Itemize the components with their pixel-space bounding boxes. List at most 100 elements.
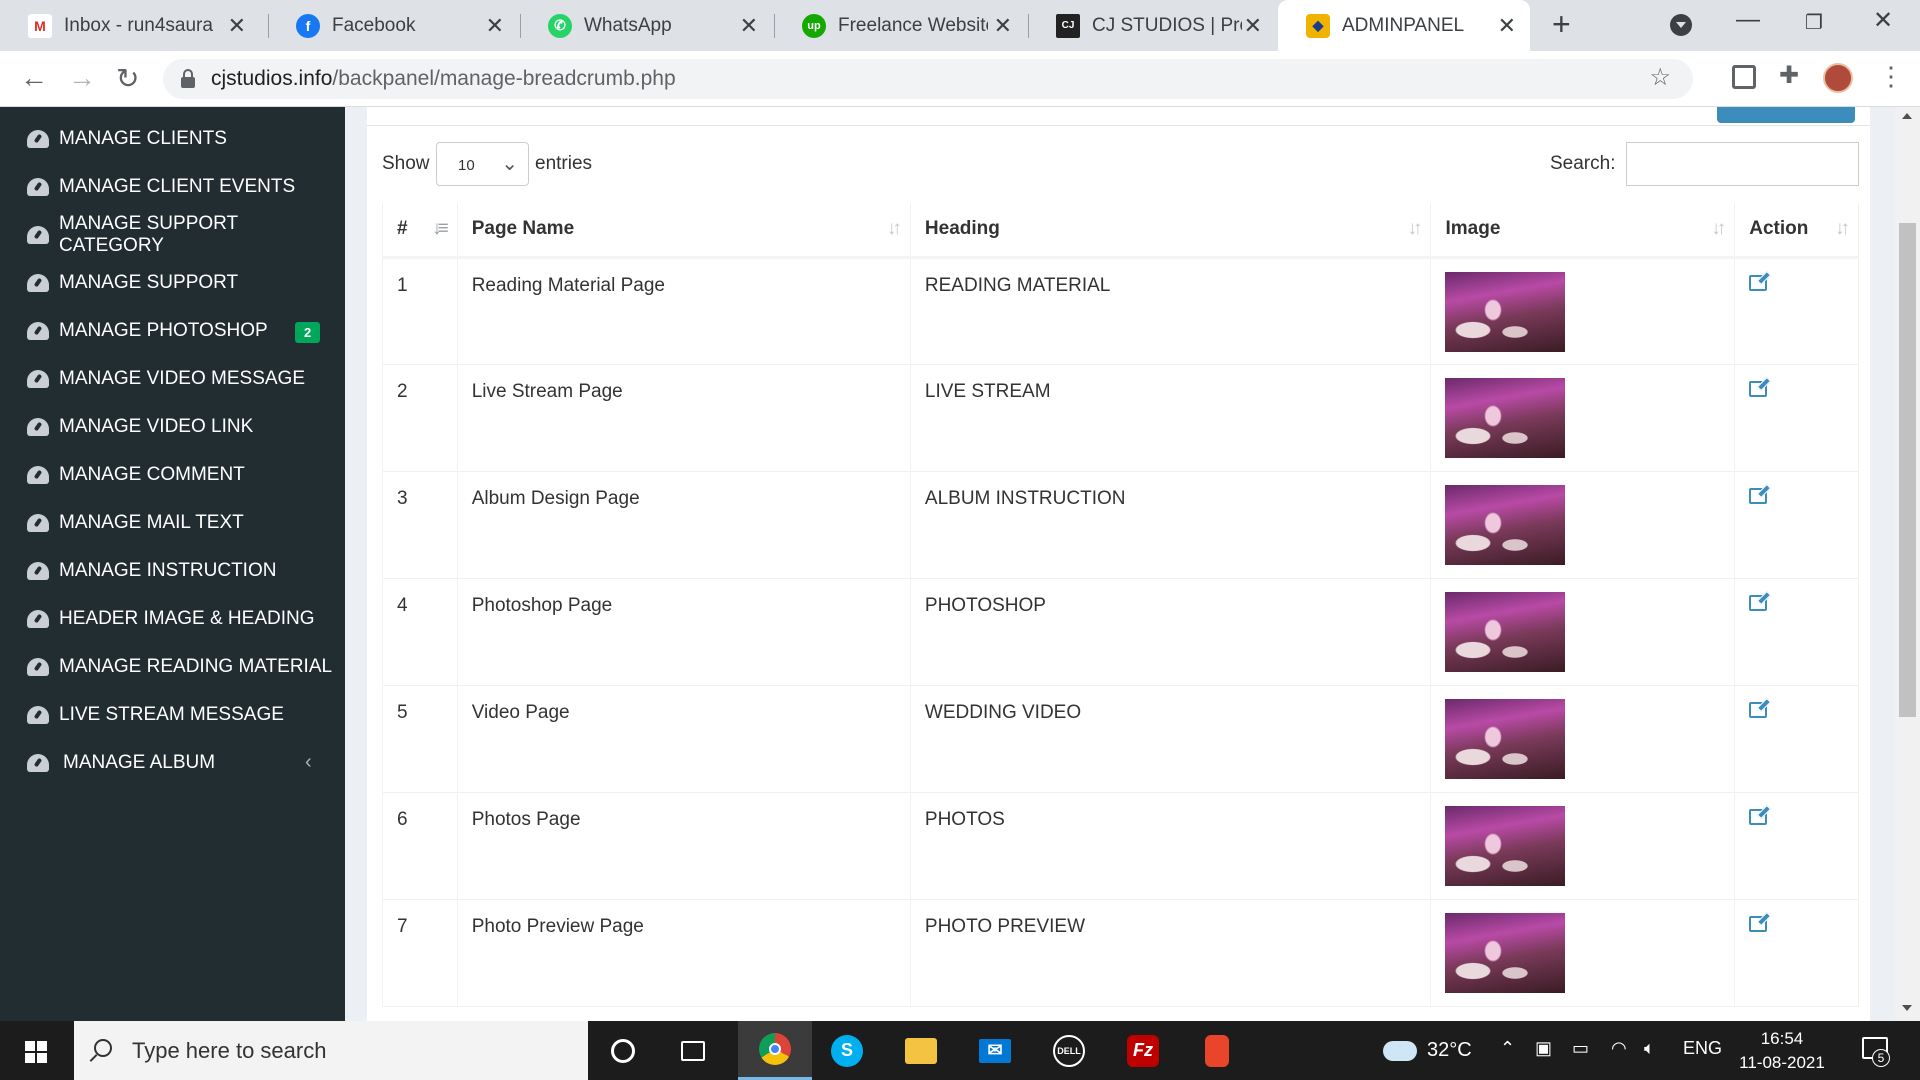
taskbar-search-box[interactable]: Type here to search — [74, 1021, 588, 1080]
wifi-icon[interactable]: ◠ — [1611, 1038, 1627, 1059]
reload-icon[interactable]: ↻ — [116, 62, 139, 95]
close-icon[interactable]: ✕ — [1244, 13, 1262, 39]
tab-title: ADMINPANEL — [1342, 14, 1465, 36]
sidebar-item-manage-video-link[interactable]: MANAGE VIDEO LINK — [0, 403, 345, 451]
system-clock[interactable]: 16:54 11-08-2021 — [1733, 1027, 1831, 1075]
table-row: 6 Photos Page PHOTOS — [382, 792, 1859, 900]
volume-icon[interactable]: 🔈︎ — [1644, 1038, 1655, 1059]
bookmark-star-icon[interactable]: ☆ — [1649, 63, 1671, 92]
minimize-icon[interactable]: — — [1736, 6, 1760, 34]
edit-icon[interactable] — [1749, 808, 1768, 825]
sidebar-item-manage-album[interactable]: MANAGE ALBUM ‹ — [0, 739, 345, 787]
column-header-action[interactable]: Action ↓↑ — [1734, 203, 1859, 259]
tab-search-icon[interactable] — [1670, 14, 1692, 36]
edit-icon[interactable] — [1749, 915, 1768, 932]
heading-cell: WEDDING VIDEO — [910, 685, 1432, 793]
address-bar[interactable]: cjstudios.info /backpanel/manage-breadcr… — [163, 59, 1693, 99]
tab-cjstudios[interactable]: CJ CJ STUDIOS | Profe ✕ — [1028, 0, 1276, 51]
filezilla-icon[interactable]: Fz — [1108, 1021, 1178, 1080]
dashboard-icon — [27, 562, 49, 580]
tab-adminpanel[interactable]: ◆ ADMINPANEL ✕ — [1278, 0, 1530, 51]
profile-avatar[interactable] — [1823, 63, 1853, 93]
puzzle-extensions-icon[interactable]: ✚ — [1779, 61, 1803, 89]
tab-facebook[interactable]: f Facebook ✕ — [268, 0, 518, 51]
banner-thumbnail — [1445, 591, 1566, 672]
edit-icon[interactable] — [1749, 701, 1768, 718]
sidebar-item-manage-reading-material[interactable]: MANAGE READING MATERIAL — [0, 643, 345, 691]
task-view-icon[interactable] — [658, 1021, 728, 1080]
sidebar-item-label: MANAGE ALBUM — [63, 752, 216, 773]
taskbar-search-placeholder: Type here to search — [132, 1037, 327, 1063]
chevron-up-icon[interactable]: ⌃ — [1500, 1038, 1515, 1059]
skype-taskbar-icon[interactable]: S — [812, 1021, 882, 1080]
scroll-up-icon[interactable] — [1902, 113, 1912, 119]
search-icon — [94, 1039, 112, 1057]
tab-whatsapp[interactable]: ✆ WhatsApp ✕ — [520, 0, 772, 51]
sidebar-item-manage-video-message[interactable]: MANAGE VIDEO MESSAGE — [0, 355, 345, 403]
sidebar-item-manage-clients[interactable]: MANAGE CLIENTS — [0, 115, 345, 163]
close-icon[interactable]: ✕ — [228, 13, 246, 39]
meet-now-icon[interactable]: ▣ — [1535, 1038, 1552, 1059]
notification-count: 5 — [1872, 1049, 1890, 1067]
column-header-number[interactable]: # ↓≡ — [382, 203, 458, 259]
chrome-taskbar-icon[interactable] — [738, 1021, 812, 1080]
tab-upwork[interactable]: up Freelance Website D ✕ — [774, 0, 1026, 51]
cortana-icon[interactable] — [588, 1021, 658, 1080]
page-length-select[interactable]: 10 ⌄ — [436, 142, 529, 186]
battery-icon[interactable]: ▭ — [1572, 1038, 1589, 1059]
weather-widget[interactable]: 32°C — [1383, 1039, 1472, 1062]
edit-icon[interactable] — [1749, 594, 1768, 611]
browser-tab-strip: M Inbox - run4saurabh ✕ f Facebook ✕ ✆ W… — [0, 0, 1920, 51]
language-indicator[interactable]: ENG — [1683, 1038, 1722, 1059]
sidebar-item-header-image-heading[interactable]: HEADER IMAGE & HEADING — [0, 595, 345, 643]
table-header-row: # ↓≡ Page Name ↓↑ Heading ↓↑ Image ↓↑ Action… — [382, 203, 1859, 259]
windows-start-icon[interactable] — [25, 1041, 47, 1063]
dell-icon[interactable]: DELL — [1034, 1021, 1104, 1080]
column-header-image[interactable]: Image ↓↑ — [1430, 203, 1736, 259]
add-button[interactable] — [1717, 107, 1855, 123]
whatsapp-icon: ✆ — [548, 13, 572, 38]
edit-icon[interactable] — [1749, 274, 1768, 291]
mail-icon[interactable]: ✉ — [960, 1021, 1030, 1080]
table-row: 1 Reading Material Page READING MATERIAL — [382, 257, 1859, 365]
sidebar-item-manage-mail-text[interactable]: MANAGE MAIL TEXT — [0, 499, 345, 547]
sidebar-item-manage-support-category[interactable]: MANAGE SUPPORT CATEGORY — [0, 211, 345, 259]
extension-icon[interactable] — [1732, 65, 1756, 89]
scrollbar-thumb[interactable] — [1899, 223, 1916, 717]
kebab-menu-icon[interactable]: ⋮ — [1878, 61, 1904, 92]
row-number: 4 — [382, 578, 458, 686]
sidebar-item-manage-instruction[interactable]: MANAGE INSTRUCTION — [0, 547, 345, 595]
file-explorer-icon[interactable] — [886, 1021, 956, 1080]
table-row: 2 Live Stream Page LIVE STREAM — [382, 364, 1859, 472]
sidebar-item-manage-comment[interactable]: MANAGE COMMENT — [0, 451, 345, 499]
search-input[interactable] — [1626, 142, 1859, 186]
forward-icon[interactable]: → — [68, 62, 96, 94]
office-icon[interactable] — [1182, 1021, 1252, 1080]
new-tab-button[interactable]: + — [1552, 6, 1571, 43]
sort-icon: ↓↑ — [1711, 218, 1726, 239]
vertical-scrollbar[interactable] — [1895, 107, 1920, 1021]
close-icon[interactable]: ✕ — [486, 13, 504, 39]
dashboard-icon — [27, 658, 49, 676]
close-icon[interactable]: ✕ — [1498, 13, 1516, 39]
action-cell — [1734, 792, 1859, 900]
restore-icon[interactable]: ❐ — [1805, 10, 1823, 35]
sidebar-item-live-stream-message[interactable]: LIVE STREAM MESSAGE — [0, 691, 345, 739]
edit-icon[interactable] — [1749, 487, 1768, 504]
breadcrumb-table: # ↓≡ Page Name ↓↑ Heading ↓↑ Image ↓↑ Action… — [382, 203, 1859, 1007]
sidebar-item-manage-photoshop[interactable]: MANAGE PHOTOSHOP 2 — [0, 307, 345, 355]
window-close-icon[interactable]: ✕ — [1873, 6, 1893, 35]
scroll-down-icon[interactable] — [1902, 1005, 1912, 1011]
column-header-page-name[interactable]: Page Name ↓↑ — [457, 203, 911, 259]
tab-gmail[interactable]: M Inbox - run4saurabh ✕ — [0, 0, 260, 51]
cloud-icon — [1383, 1040, 1417, 1061]
edit-icon[interactable] — [1749, 380, 1768, 397]
sidebar-item-manage-client-events[interactable]: MANAGE CLIENT EVENTS — [0, 163, 345, 211]
column-header-heading[interactable]: Heading ↓↑ — [910, 203, 1432, 259]
show-label: Show — [382, 153, 430, 174]
close-icon[interactable]: ✕ — [740, 13, 758, 39]
image-cell — [1430, 685, 1736, 793]
close-icon[interactable]: ✕ — [994, 13, 1012, 39]
sidebar-item-manage-support[interactable]: MANAGE SUPPORT — [0, 259, 345, 307]
back-icon[interactable]: ← — [20, 62, 48, 94]
